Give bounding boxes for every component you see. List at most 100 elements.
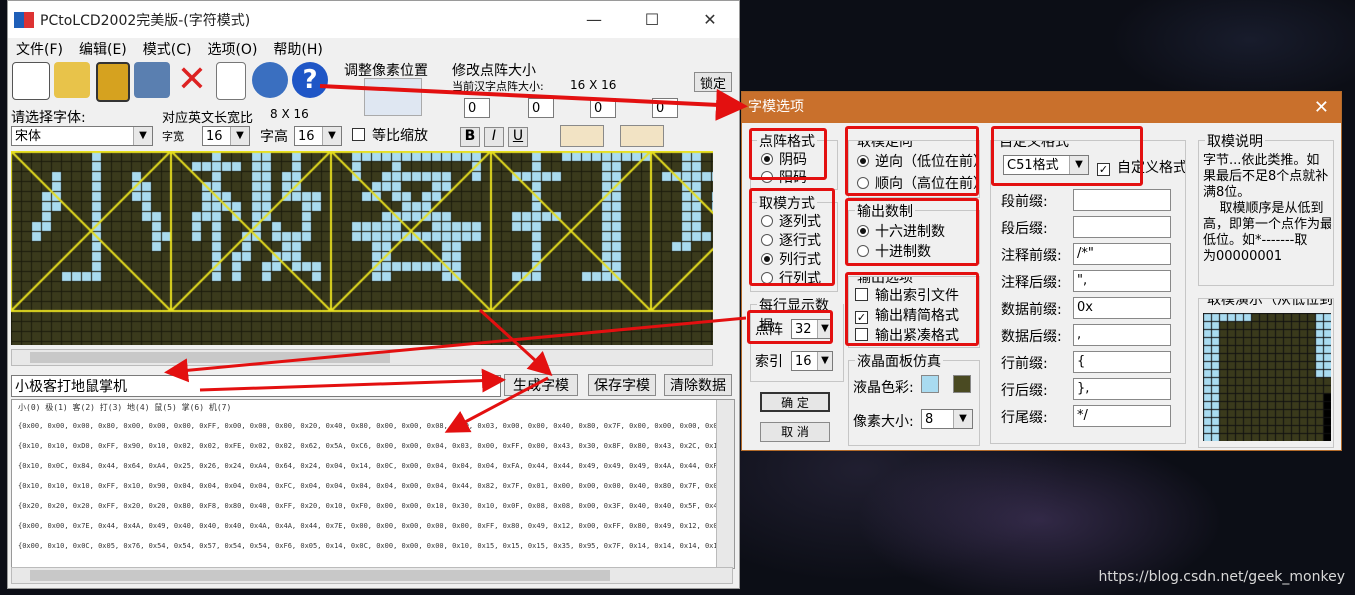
custom-field-label: 行尾缀:	[1001, 410, 1048, 426]
custom-field-label: 段后缀:	[1001, 221, 1048, 237]
lock-button[interactable]: 锁定	[694, 72, 732, 92]
choose-font-label: 请选择字体:	[11, 110, 86, 126]
minimize-button[interactable]: —	[565, 10, 623, 29]
resize-label: 修改点阵大小	[452, 63, 536, 79]
description-group: 取模说明 字节...依此类推。如 果最后不足8个点就补 满8位。 取模顺序是从低…	[1198, 131, 1334, 286]
index-count-select[interactable]: 16 ▼	[791, 351, 833, 371]
output-row: {0x20, 0x20, 0x20, 0xFF, 0x20, 0x20, 0x8…	[18, 502, 722, 510]
chevron-down-icon: ▼	[322, 127, 341, 145]
english-ratio-value: 8 X 16	[270, 107, 309, 121]
output-row: {0x10, 0x10, 0x10, 0xFF, 0x10, 0x90, 0x0…	[18, 482, 722, 490]
custom-field-input[interactable]: ,	[1073, 324, 1171, 346]
height-label: 字高	[260, 129, 288, 145]
custom-field-input[interactable]: },	[1073, 378, 1171, 400]
scroll-thumb[interactable]	[30, 570, 610, 581]
spin-height-inc[interactable]: 0	[652, 98, 678, 118]
lcd-lit-color-swatch[interactable]	[921, 375, 939, 393]
font-select[interactable]: 宋体 ▼	[11, 126, 153, 146]
chevron-down-icon: ▼	[953, 410, 972, 428]
save-disk-icon[interactable]	[96, 62, 130, 102]
custom-field-input[interactable]: 0x	[1073, 297, 1171, 319]
index-count-label: 索引	[755, 354, 783, 370]
output-row: {0x00, 0x00, 0x00, 0x80, 0x00, 0x00, 0x0…	[18, 422, 722, 430]
flip-tool-icon[interactable]	[620, 125, 664, 147]
dialog-close-button[interactable]: ✕	[1314, 92, 1329, 123]
text-input[interactable]: 小极客打地鼠掌机	[11, 375, 501, 397]
proportional-option[interactable]: 等比缩放	[352, 125, 428, 145]
clear-button[interactable]: 清除数据	[664, 374, 732, 396]
custom-field-input[interactable]: {	[1073, 351, 1171, 373]
custom-field-input[interactable]	[1073, 216, 1171, 238]
spin-height-dec[interactable]: 0	[590, 98, 616, 118]
title-bar: PCtoLCD2002完美版-(字符模式) — ☐ ✕	[8, 1, 739, 38]
chevron-down-icon: ▼	[133, 127, 152, 145]
custom-field-label: 数据后缀:	[1001, 329, 1062, 345]
pixel-size-value: 8	[925, 412, 934, 427]
height-select-value: 16	[298, 129, 315, 144]
cancel-button[interactable]: 取 消	[760, 422, 830, 442]
custom-field-input[interactable]: /*"	[1073, 243, 1171, 265]
height-select[interactable]: 16 ▼	[294, 126, 342, 146]
spin-width-dec[interactable]: 0	[464, 98, 490, 118]
menu-file[interactable]: 文件(F)	[16, 39, 63, 59]
menu-options[interactable]: 选项(O)	[207, 39, 257, 59]
bold-button[interactable]: B	[460, 127, 480, 147]
demo-label: 取模演示（从低位到高位）	[1205, 299, 1333, 309]
output-text-area[interactable]: 小(0) 极(1) 客(2) 打(3) 地(4) 鼠(5) 掌(6) 机(7) …	[11, 399, 735, 569]
annotation-box	[845, 126, 979, 196]
underline-button[interactable]: U	[508, 127, 528, 147]
description-text: 字节...依此类推。如 果最后不足8个点就补 满8位。 取模顺序是从低到 高，即…	[1203, 153, 1331, 264]
open-folder-icon[interactable]	[54, 62, 90, 98]
annotation-box	[845, 272, 979, 346]
grid-horizontal-scrollbar[interactable]	[11, 349, 713, 366]
pixel-arrows-pad[interactable]	[364, 78, 422, 116]
close-button[interactable]: ✕	[681, 10, 739, 29]
menu-help[interactable]: 帮助(H)	[273, 39, 322, 59]
rotate-tool-icon[interactable]	[560, 125, 604, 147]
italic-button[interactable]: I	[484, 127, 504, 147]
width-select[interactable]: 16 ▼	[202, 126, 250, 146]
chevron-down-icon: ▼	[817, 352, 832, 370]
generate-button[interactable]: 生成字模	[504, 374, 578, 396]
maximize-button[interactable]: ☐	[623, 10, 681, 29]
save-button[interactable]: 保存字模	[588, 374, 656, 396]
dialog-title: 字模选项	[748, 99, 804, 115]
settings-gear-icon[interactable]	[252, 62, 288, 98]
dot-matrix-grid[interactable]	[11, 151, 713, 345]
proportional-checkbox[interactable]	[352, 128, 365, 141]
menu-mode[interactable]: 模式(C)	[143, 39, 192, 59]
menu-edit[interactable]: 编辑(E)	[79, 39, 127, 59]
annotation-box	[749, 128, 827, 180]
demo-group: 取模演示（从低位到高位）	[1198, 298, 1334, 448]
custom-field-input[interactable]	[1073, 189, 1171, 211]
output-horizontal-scrollbar[interactable]	[11, 567, 733, 584]
lcd-sim-label: 液晶面板仿真	[855, 351, 943, 371]
output-vertical-scrollbar[interactable]	[716, 400, 734, 568]
custom-field-input[interactable]: ",	[1073, 270, 1171, 292]
delete-x-icon[interactable]: ✕	[174, 62, 210, 98]
annotation-box	[991, 126, 1143, 186]
toolbar: ✕ ? 调整像素位置 修改点阵大小 当前汉字点阵大小: 16 X 16 锁定 0…	[8, 60, 739, 120]
current-size-value: 16 X 16	[570, 78, 617, 92]
custom-field-label: 注释后缀:	[1001, 275, 1062, 291]
output-row: {0x10, 0x0C, 0x84, 0x44, 0x64, 0xA4, 0x2…	[18, 462, 722, 470]
output-row: {0x00, 0x00, 0x7E, 0x44, 0x4A, 0x49, 0x4…	[18, 522, 722, 530]
dot-matrix-canvas[interactable]	[11, 151, 713, 345]
menu-bar: 文件(F) 编辑(E) 模式(C) 选项(O) 帮助(H)	[8, 38, 739, 60]
pixel-size-select[interactable]: 8 ▼	[921, 409, 973, 429]
notes-icon[interactable]	[216, 62, 246, 100]
new-file-icon[interactable]	[12, 62, 50, 100]
custom-field-label: 段前缀:	[1001, 194, 1048, 210]
output-header: 小(0) 极(1) 客(2) 打(3) 地(4) 鼠(5) 掌(6) 机(7)	[18, 403, 232, 412]
annotation-box	[749, 188, 835, 286]
scroll-thumb[interactable]	[30, 352, 390, 363]
custom-field-input[interactable]: */	[1073, 405, 1171, 427]
current-size-label: 当前汉字点阵大小:	[452, 80, 544, 93]
spin-width-inc[interactable]: 0	[528, 98, 554, 118]
proportional-label: 等比缩放	[372, 128, 428, 144]
help-icon[interactable]: ?	[292, 62, 328, 98]
export-icon[interactable]	[134, 62, 170, 98]
lcd-unlit-color-swatch[interactable]	[953, 375, 971, 393]
annotation-box	[845, 198, 979, 266]
confirm-button[interactable]: 确 定	[760, 392, 830, 412]
